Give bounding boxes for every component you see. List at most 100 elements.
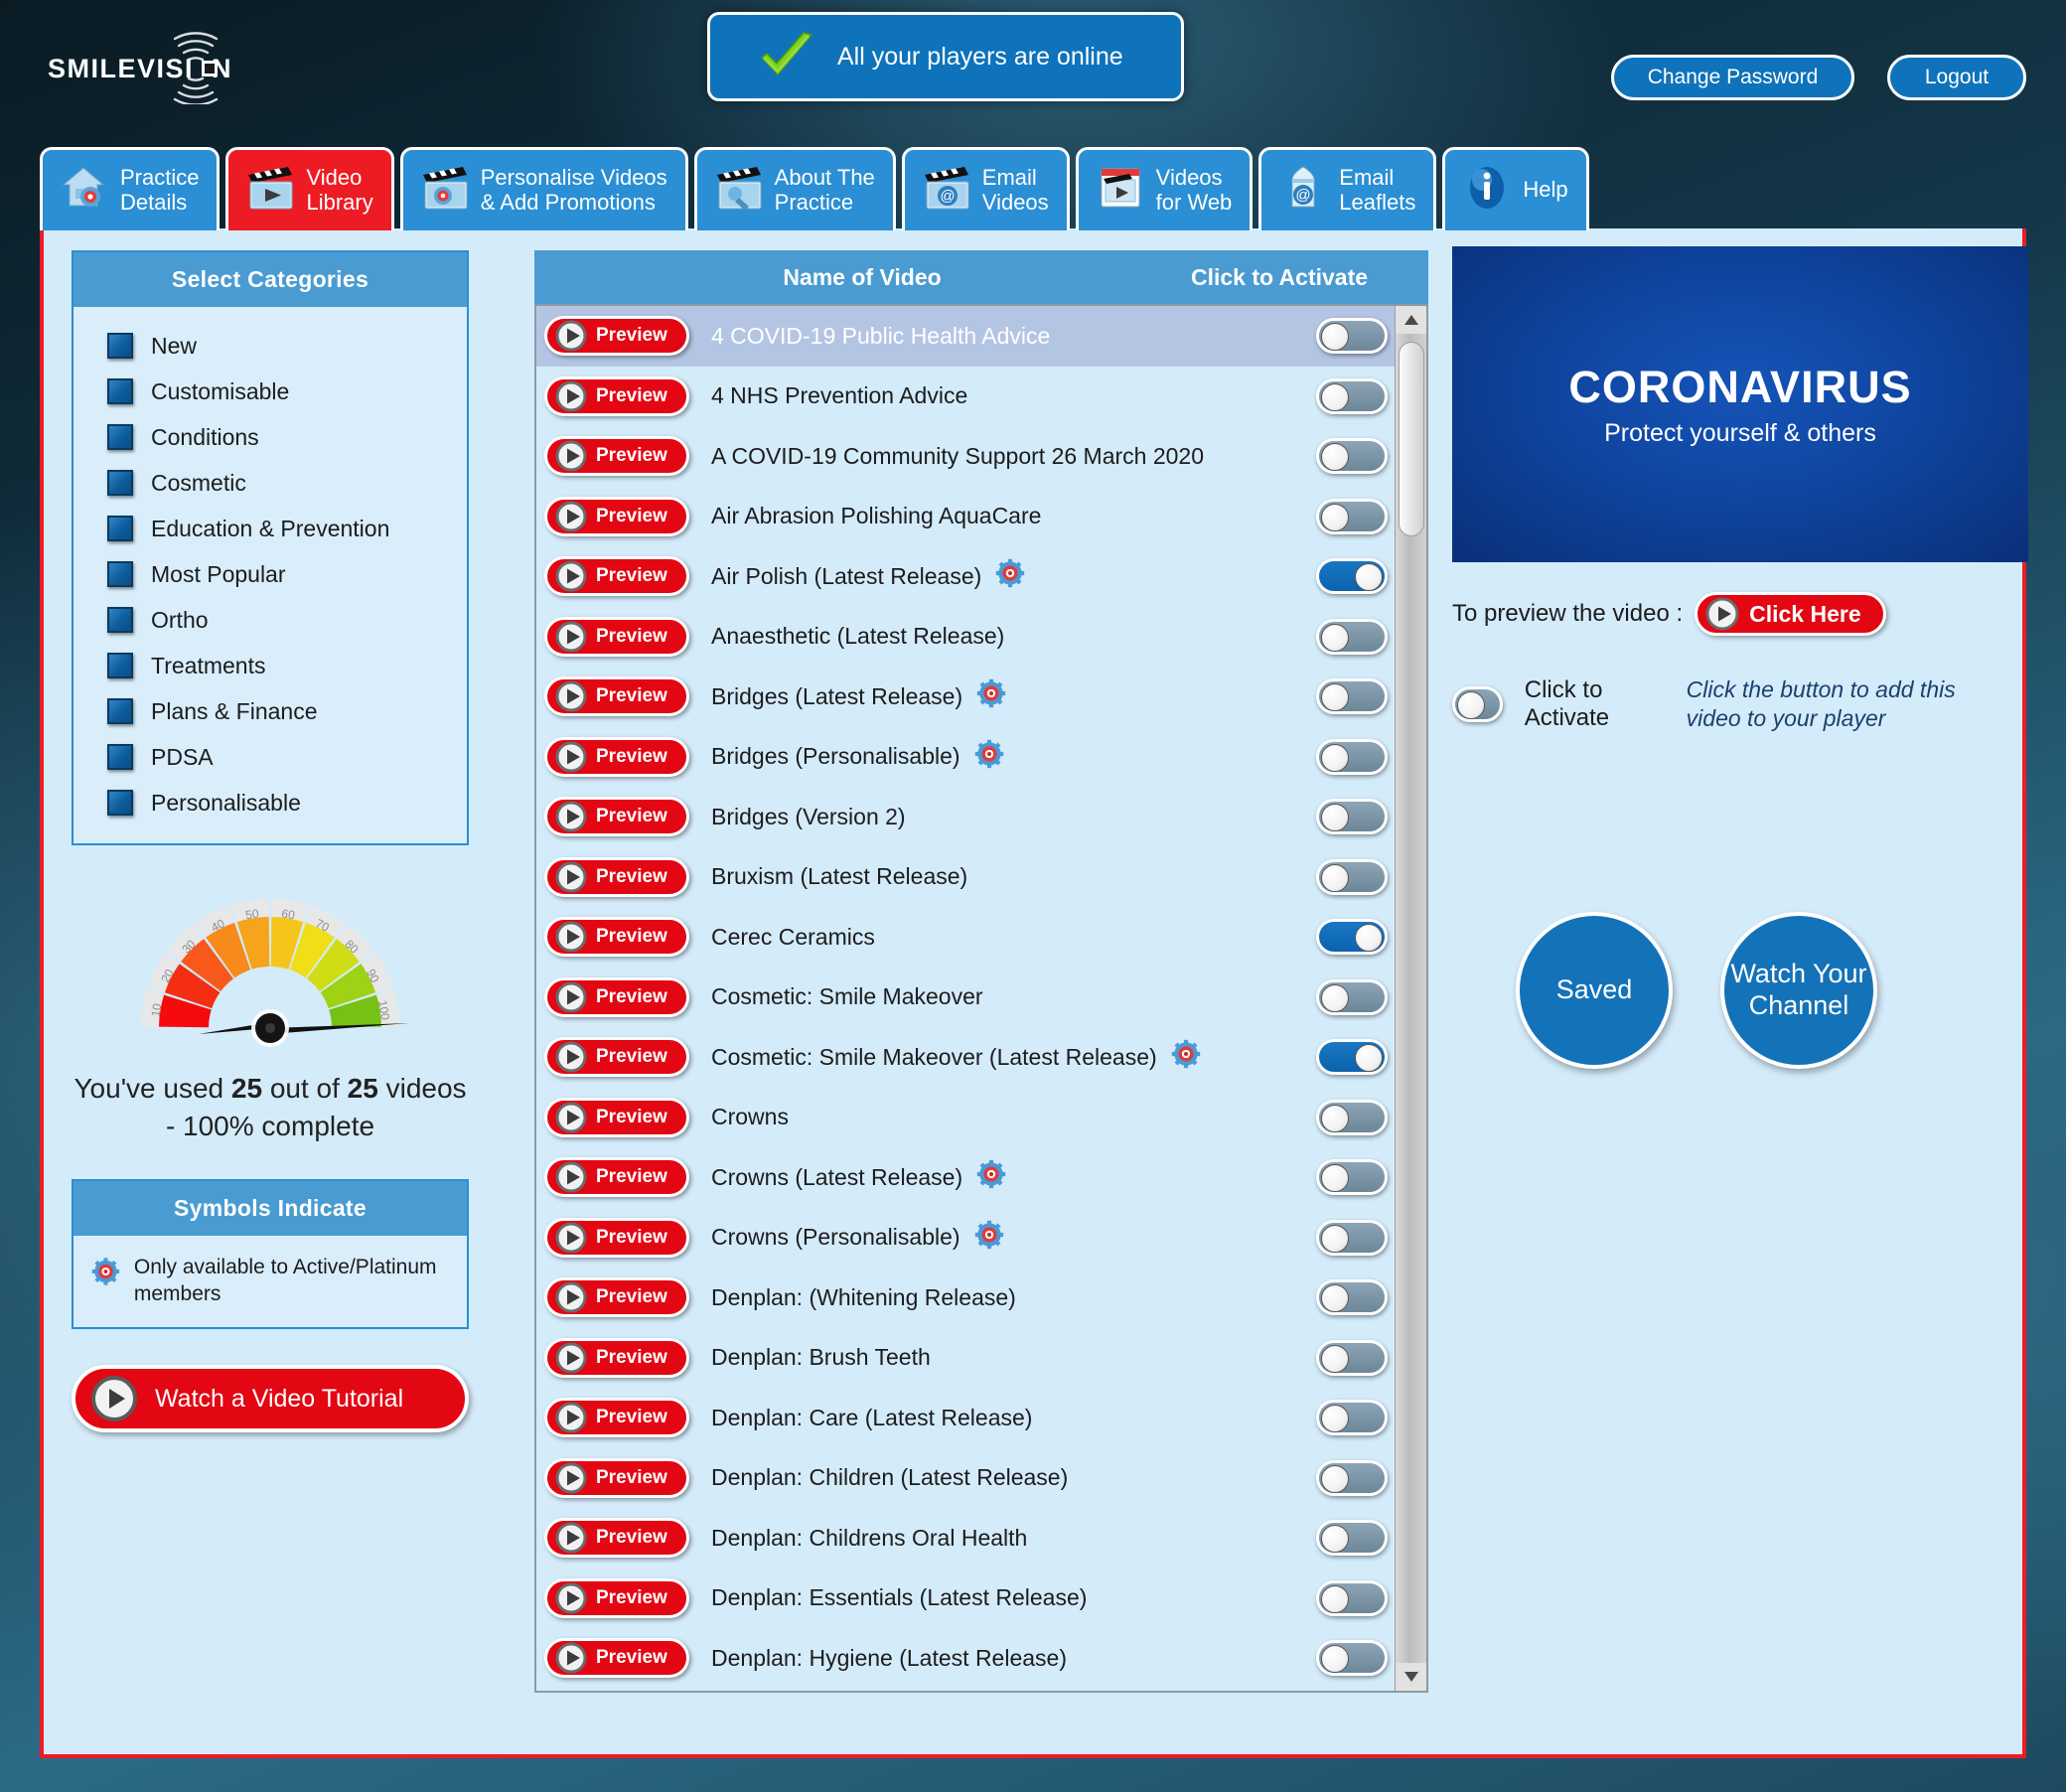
preview-button[interactable]: Preview [544, 976, 689, 1017]
activate-toggle[interactable] [1452, 685, 1503, 722]
video-row[interactable]: Preview Anaesthetic (Latest Release) [536, 607, 1426, 668]
saved-button[interactable]: Saved [1516, 911, 1673, 1069]
preview-button[interactable]: Preview [544, 1277, 689, 1318]
activate-toggle[interactable] [1316, 618, 1388, 655]
category-most-popular[interactable]: Most Popular [107, 551, 467, 597]
scrollbar-thumb[interactable] [1399, 342, 1424, 536]
activate-toggle[interactable] [1316, 1099, 1388, 1135]
category-checkbox[interactable] [107, 698, 133, 724]
video-row[interactable]: Preview Air Polish (Latest Release) [536, 546, 1426, 607]
activate-toggle[interactable] [1316, 1039, 1388, 1076]
logout-button[interactable]: Logout [1887, 55, 2026, 100]
activate-toggle[interactable] [1316, 858, 1388, 895]
category-treatments[interactable]: Treatments [107, 643, 467, 688]
preview-button[interactable]: Preview [544, 856, 689, 897]
category-checkbox[interactable] [107, 378, 133, 404]
category-checkbox[interactable] [107, 516, 133, 541]
preview-button[interactable]: Preview [544, 1217, 689, 1258]
preview-button[interactable]: Preview [544, 1457, 689, 1498]
watch-video-tutorial-button[interactable]: Watch a Video Tutorial [72, 1365, 469, 1433]
tab-help[interactable]: Help [1442, 147, 1589, 230]
preview-button[interactable]: Preview [544, 797, 689, 837]
preview-button[interactable]: Preview [544, 736, 689, 777]
video-row[interactable]: Preview Denplan: Care (Latest Release) [536, 1388, 1426, 1448]
activate-toggle[interactable] [1316, 1279, 1388, 1316]
video-row[interactable]: Preview Crowns (Personalisable) [536, 1208, 1426, 1269]
preview-button[interactable]: Preview [544, 375, 689, 416]
preview-button[interactable]: Preview [544, 496, 689, 536]
category-cosmetic[interactable]: Cosmetic [107, 460, 467, 506]
preview-button[interactable]: Preview [544, 1398, 689, 1438]
video-row[interactable]: Preview A COVID-19 Community Support 26 … [536, 426, 1426, 487]
tab-videos-for-web[interactable]: Videos for Web [1075, 147, 1254, 230]
video-row[interactable]: Preview Denplan: Essentials (Latest Rele… [536, 1568, 1426, 1629]
activate-toggle[interactable] [1316, 1159, 1388, 1196]
preview-button[interactable]: Preview [544, 1577, 689, 1618]
preview-button[interactable]: Preview [544, 556, 689, 597]
category-education-prevention[interactable]: Education & Prevention [107, 506, 467, 551]
tab-email-videos[interactable]: @ Email Videos [901, 147, 1070, 230]
category-pdsa[interactable]: PDSA [107, 734, 467, 780]
video-row[interactable]: Preview Denplan: Brush Teeth [536, 1328, 1426, 1389]
scroll-up-arrow-icon[interactable] [1396, 306, 1426, 334]
category-checkbox[interactable] [107, 470, 133, 496]
activate-toggle[interactable] [1316, 318, 1388, 355]
preview-button[interactable]: Preview [544, 917, 689, 958]
category-ortho[interactable]: Ortho [107, 597, 467, 643]
video-list-scrollbar[interactable] [1395, 306, 1426, 1691]
activate-toggle[interactable] [1316, 1459, 1388, 1496]
video-row[interactable]: Preview Air Abrasion Polishing AquaCare [536, 487, 1426, 547]
video-row[interactable]: Preview Crowns (Latest Release) [536, 1147, 1426, 1208]
change-password-button[interactable]: Change Password [1611, 55, 1854, 100]
activate-toggle[interactable] [1316, 799, 1388, 835]
preview-button[interactable]: Preview [544, 1157, 689, 1198]
category-conditions[interactable]: Conditions [107, 414, 467, 460]
preview-button[interactable]: Preview [544, 316, 689, 357]
category-checkbox[interactable] [107, 607, 133, 633]
video-row[interactable]: Preview Crowns [536, 1088, 1426, 1148]
category-checkbox[interactable] [107, 424, 133, 450]
activate-toggle[interactable] [1316, 558, 1388, 595]
video-row[interactable]: Preview 4 COVID-19 Public Health Advice [536, 306, 1426, 367]
click-here-button[interactable]: Click Here [1695, 592, 1886, 636]
category-plans-finance[interactable]: Plans & Finance [107, 688, 467, 734]
preview-button[interactable]: Preview [544, 1337, 689, 1378]
category-checkbox[interactable] [107, 744, 133, 770]
preview-button[interactable]: Preview [544, 1518, 689, 1559]
category-customisable[interactable]: Customisable [107, 369, 467, 414]
video-row[interactable]: Preview Bridges (Latest Release) [536, 667, 1426, 727]
tab-about-the-practice[interactable]: About The Practice [693, 147, 896, 230]
preview-button[interactable]: Preview [544, 676, 689, 717]
video-row[interactable]: Preview Denplan: Hygiene (Latest Release… [536, 1628, 1426, 1689]
category-personalisable[interactable]: Personalisable [107, 780, 467, 825]
category-checkbox[interactable] [107, 333, 133, 359]
video-row[interactable]: Preview Cosmetic: Smile Makeover (Latest… [536, 1027, 1426, 1088]
video-row[interactable]: Preview Cerec Ceramics [536, 907, 1426, 968]
activate-toggle[interactable] [1316, 1219, 1388, 1256]
activate-toggle[interactable] [1316, 678, 1388, 715]
video-row[interactable]: Preview Bridges (Personalisable) [536, 727, 1426, 788]
watch-your-channel-button[interactable]: Watch Your Channel [1720, 911, 1877, 1069]
scroll-down-arrow-icon[interactable] [1396, 1663, 1426, 1691]
video-row[interactable]: Preview Cosmetic: Smile Makeover [536, 968, 1426, 1028]
activate-toggle[interactable] [1316, 978, 1388, 1015]
tab-email-leaflets[interactable]: @ Email Leaflets [1258, 147, 1437, 230]
video-row[interactable]: Preview 4 NHS Prevention Advice [536, 367, 1426, 427]
tab-personalise-videos-add-promotions[interactable]: Personalise Videos & Add Promotions [399, 147, 688, 230]
activate-toggle[interactable] [1316, 498, 1388, 534]
category-checkbox[interactable] [107, 653, 133, 678]
activate-toggle[interactable] [1316, 438, 1388, 475]
video-row[interactable]: Preview Bruxism (Latest Release) [536, 847, 1426, 908]
preview-button[interactable]: Preview [544, 436, 689, 477]
video-row[interactable]: Preview Denplan: Children (Latest Releas… [536, 1448, 1426, 1509]
video-row[interactable]: Preview Denplan: Childrens Oral Health [536, 1508, 1426, 1568]
category-checkbox[interactable] [107, 790, 133, 816]
category-checkbox[interactable] [107, 561, 133, 587]
activate-toggle[interactable] [1316, 1520, 1388, 1557]
preview-button[interactable]: Preview [544, 1097, 689, 1137]
activate-toggle[interactable] [1316, 1400, 1388, 1436]
activate-toggle[interactable] [1316, 377, 1388, 414]
video-row[interactable]: Preview Denplan: (Whitening Release) [536, 1268, 1426, 1328]
video-preview-thumbnail[interactable]: CORONAVIRUS Protect yourself & others [1452, 246, 2028, 562]
activate-toggle[interactable] [1316, 1640, 1388, 1677]
